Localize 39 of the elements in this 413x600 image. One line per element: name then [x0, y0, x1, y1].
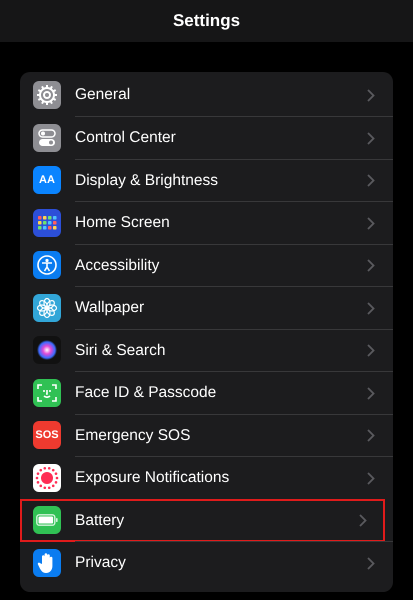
- chevron-icon: [367, 302, 375, 315]
- chevron-icon: [367, 132, 375, 145]
- row-label: Siri & Search: [75, 342, 166, 360]
- row-label: Wallpaper: [75, 299, 146, 318]
- chevron-icon: [367, 344, 375, 358]
- chevron-icon: [367, 472, 375, 485]
- app-icon: AA: [33, 166, 61, 194]
- settings-row[interactable]: General: [20, 74, 393, 116]
- chevron-icon: [367, 88, 375, 102]
- settings-row[interactable]: Home Screen: [20, 202, 393, 244]
- row-label: Privacy: [75, 554, 127, 572]
- app-icon: SOS: [33, 421, 61, 450]
- chevron-icon: [359, 514, 367, 528]
- row-label: Exposure Notifications: [75, 469, 230, 488]
- chevron-icon: [367, 556, 375, 570]
- row-label: Battery: [75, 512, 126, 530]
- row-label: Display & Brightness: [75, 172, 220, 190]
- row-label: Face ID & Passcode: [75, 384, 218, 402]
- chevron-icon: [367, 174, 375, 188]
- settings-row[interactable]: SOS Emergency SOS: [20, 414, 393, 456]
- settings-row[interactable]: AA Display & Brightness: [20, 159, 393, 202]
- settings-row[interactable]: Siri & Search: [20, 329, 393, 372]
- row-label: Accessibility: [75, 256, 160, 275]
- settings-row[interactable]: Accessibility: [20, 244, 393, 286]
- row-label: General: [75, 86, 132, 104]
- chevron-icon: [367, 429, 375, 442]
- settings-row[interactable]: Control Center: [20, 116, 393, 159]
- highlighted-row[interactable]: Battery: [20, 499, 385, 542]
- row-label: Home Screen: [75, 214, 171, 232]
- chevron-icon: [367, 216, 375, 230]
- settings-row[interactable]: Exposure Notifications: [20, 456, 393, 499]
- page-title: Settings: [172, 11, 240, 31]
- settings-row[interactable]: Face ID & Passcode: [20, 372, 393, 414]
- settings-row[interactable]: Privacy: [20, 542, 393, 584]
- chevron-icon: [367, 259, 375, 272]
- settings-row[interactable]: Wallpaper: [20, 286, 393, 329]
- row-label: Emergency SOS: [75, 426, 192, 445]
- row-label: Control Center: [75, 129, 177, 148]
- chevron-icon: [367, 386, 375, 400]
